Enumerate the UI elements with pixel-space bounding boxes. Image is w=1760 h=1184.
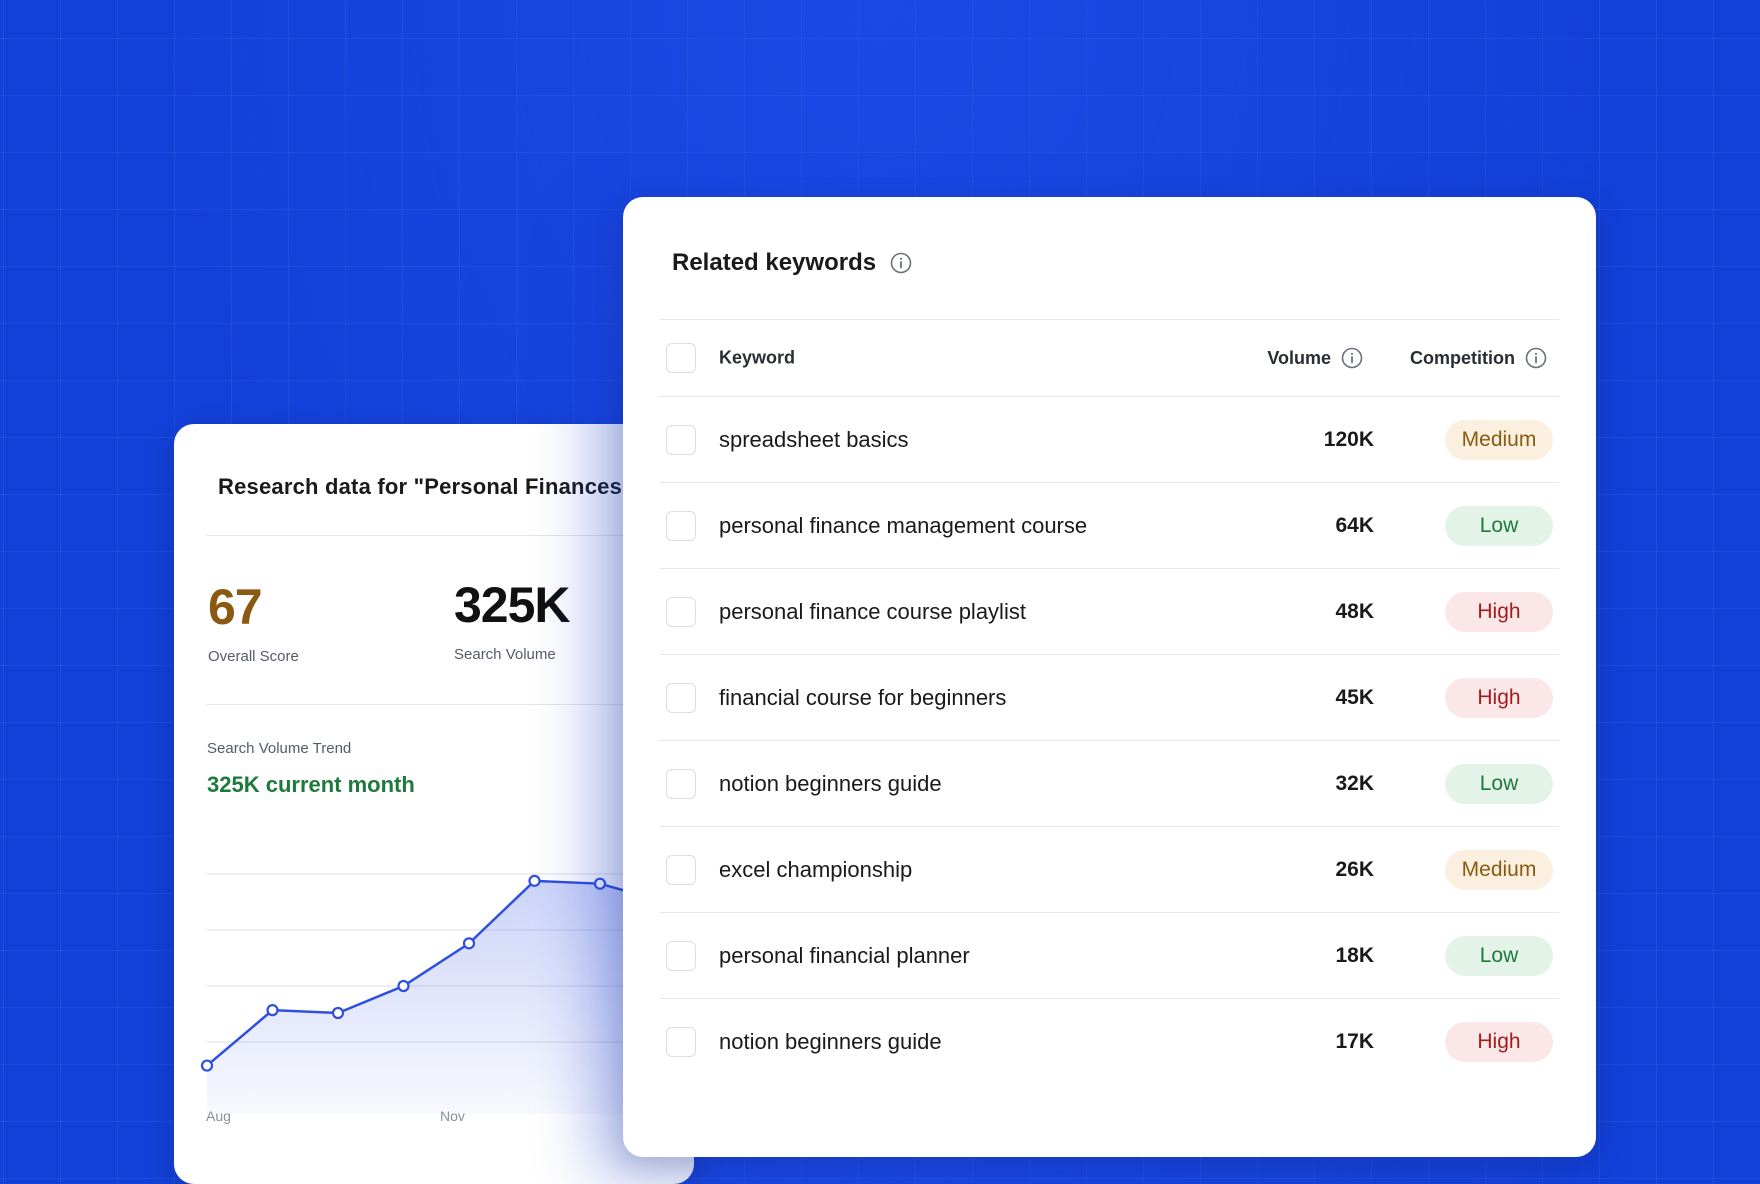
competition-header-label: Competition <box>1410 347 1515 368</box>
row-checkbox[interactable] <box>666 682 696 713</box>
row-checkbox[interactable] <box>666 510 696 541</box>
volume-cell: 18K <box>1335 943 1374 967</box>
keyword-column-header: Keyword <box>719 347 796 368</box>
x-axis-label: Nov <box>440 1108 465 1124</box>
volume-cell: 26K <box>1335 857 1374 881</box>
competition-badge: Low <box>1445 505 1553 546</box>
trend-label: Search Volume Trend <box>207 740 352 757</box>
row-checkbox[interactable] <box>666 768 696 799</box>
table-row[interactable]: notion beginners guide 17K High <box>660 999 1559 1084</box>
volume-cell: 45K <box>1335 685 1374 709</box>
data-point <box>200 1059 214 1072</box>
research-card-title: Research data for "Personal Finances <box>218 474 623 499</box>
keyword-cell: financial course for beginners <box>719 684 1007 710</box>
info-icon[interactable] <box>890 252 912 274</box>
card-title: Related keywords <box>672 249 912 277</box>
overall-score-label: Overall Score <box>208 648 299 665</box>
competition-badge: Low <box>1445 935 1553 976</box>
keyword-cell: notion beginners guide <box>719 1028 942 1054</box>
keyword-cell: excel championship <box>719 856 913 882</box>
data-point <box>331 1006 345 1020</box>
keywords-table: Keyword Volume Competition spreadsheet b… <box>660 319 1559 1084</box>
row-checkbox[interactable] <box>666 1026 696 1057</box>
data-point <box>593 877 607 890</box>
search-volume-metric: 325K Search Volume <box>454 577 571 663</box>
row-checkbox[interactable] <box>666 424 696 455</box>
volume-cell: 32K <box>1335 771 1374 795</box>
chart-area <box>207 880 666 1114</box>
search-volume-trend-chart <box>200 873 694 1114</box>
table-row[interactable]: excel championship 26K Medium <box>660 827 1559 913</box>
divider <box>206 535 694 536</box>
competition-badge: High <box>1445 677 1553 718</box>
keyword-cell: personal finance course playlist <box>719 598 1026 624</box>
competition-column-header[interactable]: Competition <box>1410 347 1547 369</box>
row-checkbox[interactable] <box>666 940 696 971</box>
competition-badge: Medium <box>1445 419 1553 460</box>
keyword-cell: personal finance management course <box>719 512 1088 538</box>
competition-badge: High <box>1445 1021 1553 1062</box>
competition-badge: High <box>1445 591 1553 632</box>
data-point <box>397 979 410 993</box>
volume-cell: 120K <box>1323 427 1374 451</box>
divider <box>206 704 694 705</box>
x-axis-label: Aug <box>206 1108 231 1124</box>
table-row[interactable]: financial course for beginners 45K High <box>660 655 1559 741</box>
related-keywords-card: Related keywords Keyword Volume Competit… <box>623 197 1596 1157</box>
data-point <box>266 1004 279 1017</box>
table-header: Keyword Volume Competition <box>660 319 1559 397</box>
research-data-card: Research data for "Personal Finances 67 … <box>174 424 694 1184</box>
info-icon[interactable] <box>1341 347 1363 369</box>
competition-badge: Medium <box>1445 849 1553 890</box>
row-checkbox[interactable] <box>666 596 696 627</box>
keyword-cell: spreadsheet basics <box>719 426 909 452</box>
table-row[interactable]: personal finance management course 64K L… <box>660 483 1559 569</box>
overall-score-metric: 67 Overall Score <box>208 582 299 665</box>
table-row[interactable]: notion beginners guide 32K Low <box>660 741 1559 827</box>
search-volume-value: 325K <box>454 577 571 633</box>
table-row[interactable]: personal finance course playlist 48K Hig… <box>660 569 1559 655</box>
card-title-text: Related keywords <box>672 249 877 276</box>
table-row[interactable]: personal financial planner 18K Low <box>660 913 1559 999</box>
search-volume-label: Search Volume <box>454 646 556 663</box>
table-row[interactable]: spreadsheet basics 120K Medium <box>660 397 1559 483</box>
volume-header-label: Volume <box>1267 347 1331 368</box>
row-checkbox[interactable] <box>666 854 696 885</box>
keyword-cell: notion beginners guide <box>719 770 942 796</box>
info-icon[interactable] <box>1525 347 1547 369</box>
competition-badge: Low <box>1445 763 1553 804</box>
keyword-cell: personal financial planner <box>719 942 970 968</box>
data-point <box>528 874 541 887</box>
volume-cell: 17K <box>1335 1029 1374 1053</box>
overall-score-value: 67 <box>208 579 263 635</box>
trend-subtitle: 325K current month <box>207 772 415 797</box>
data-point <box>462 937 476 950</box>
select-all-checkbox[interactable] <box>666 343 696 373</box>
volume-column-header[interactable]: Volume <box>1267 347 1363 369</box>
volume-cell: 48K <box>1335 599 1374 623</box>
volume-cell: 64K <box>1335 513 1374 537</box>
